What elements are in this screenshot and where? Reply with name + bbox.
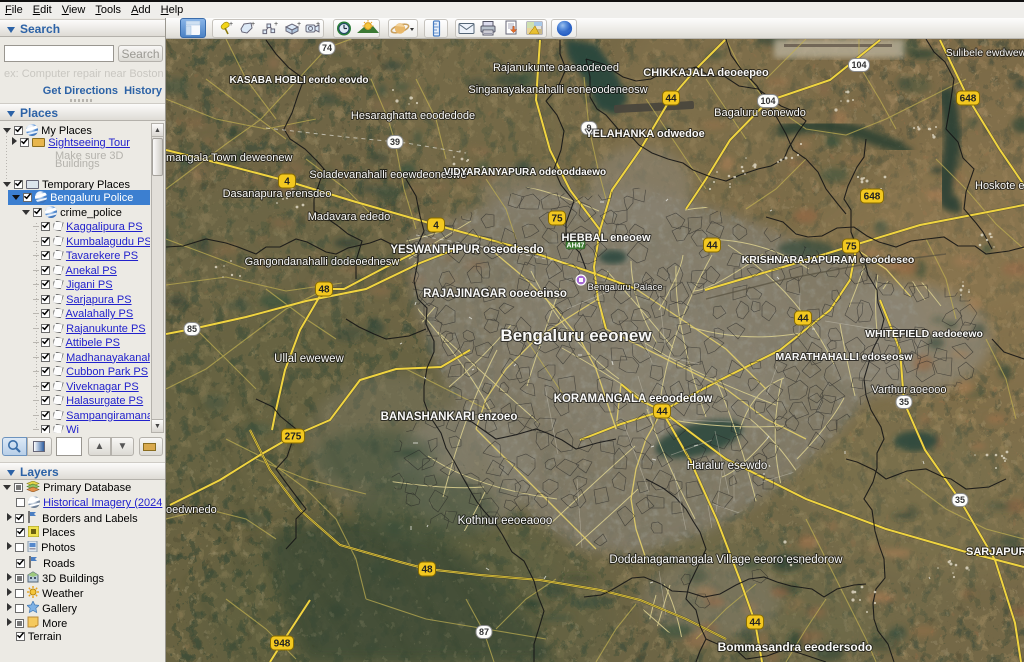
svg-text:44: 44 — [665, 94, 677, 105]
svg-text:44: 44 — [706, 241, 718, 252]
svg-text:SARJAPUR: SARJAPUR — [966, 546, 1024, 558]
svg-text:4: 4 — [284, 177, 290, 188]
svg-text:Dasanapura erensdeo: Dasanapura erensdeo — [223, 188, 332, 200]
svg-text:948: 948 — [274, 639, 291, 650]
svg-text:Kothnur eeoeaooo: Kothnur eeoeaooo — [458, 515, 553, 527]
svg-text:75: 75 — [845, 242, 857, 253]
svg-text:75: 75 — [551, 214, 563, 225]
svg-text:85: 85 — [187, 324, 197, 334]
svg-text:VIDYARANYAPURA odeooddaewo: VIDYARANYAPURA odeooddaewo — [444, 167, 606, 178]
svg-text:104: 104 — [760, 96, 775, 106]
svg-text:35: 35 — [899, 397, 909, 407]
svg-text:48: 48 — [421, 565, 433, 576]
svg-text:Bommasandra eeodersodo: Bommasandra eeodersodo — [718, 640, 873, 654]
svg-text:104: 104 — [851, 60, 866, 70]
svg-text:+: + — [274, 21, 278, 28]
svg-text:HEBBAL eneoew: HEBBAL eneoew — [561, 232, 650, 244]
svg-text:YESWANTHPUR oseodesdo: YESWANTHPUR oseodesdo — [390, 244, 543, 256]
svg-text:Ullal ewewew: Ullal ewewew — [274, 353, 344, 365]
svg-text:44: 44 — [749, 618, 761, 629]
svg-text:MARATHAHALLI edoseosw: MARATHAHALLI edoseosw — [776, 351, 914, 363]
svg-text:35: 35 — [955, 495, 965, 505]
svg-text:Madavara ededo: Madavara ededo — [308, 211, 391, 223]
svg-text:Varthur aoeooo: Varthur aoeooo — [871, 384, 946, 396]
svg-text:648: 648 — [960, 94, 977, 105]
svg-text:Hesaraghatta eoodedode: Hesaraghatta eoodedode — [351, 110, 475, 122]
svg-text:KORAMANGALA eeoodedow: KORAMANGALA eeoodedow — [554, 393, 713, 405]
svg-text:44: 44 — [797, 314, 809, 325]
svg-text:RAJAJINAGAR ooeoeinso: RAJAJINAGAR ooeoeinso — [423, 288, 567, 300]
svg-text:87: 87 — [479, 627, 489, 637]
svg-text:CHIKKAJALA deoeepeo: CHIKKAJALA deoeepeo — [643, 67, 769, 79]
svg-text:Rajanukunte oaeaodeoed: Rajanukunte oaeaodeoed — [493, 62, 619, 74]
svg-text:Hoskote eoeeo: Hoskote eoeeo — [975, 180, 1024, 192]
svg-text:44: 44 — [656, 407, 668, 418]
svg-text:Haralur esewdo: Haralur esewdo — [687, 460, 768, 472]
svg-text:275: 275 — [285, 432, 302, 443]
svg-text:648: 648 — [864, 192, 881, 203]
svg-text:+: + — [297, 21, 301, 28]
svg-text:Bengaluru Palace: Bengaluru Palace — [588, 282, 663, 293]
svg-text:KASABA HOBLI eordo eovdo: KASABA HOBLI eordo eovdo — [229, 75, 368, 86]
svg-text:Sulibele ewdwew: Sulibele ewdwew — [946, 47, 1024, 59]
svg-text:+: + — [229, 21, 233, 28]
svg-text:4: 4 — [433, 221, 439, 232]
svg-text:Singanayakanahalli eoneoodeneo: Singanayakanahalli eoneoodeneosw — [468, 84, 647, 96]
svg-text:WHITEFIELD aedoeewo: WHITEFIELD aedoeewo — [865, 328, 983, 340]
svg-text:YELAHANKA odwedoe: YELAHANKA odwedoe — [585, 128, 704, 140]
svg-text:Bagaluru eonewdo: Bagaluru eonewdo — [714, 107, 806, 119]
svg-text:48: 48 — [318, 285, 330, 296]
svg-text:mangala Town deweonew: mangala Town deweonew — [166, 152, 292, 164]
svg-text:39: 39 — [390, 137, 400, 147]
svg-text:BANASHANKARI enzoeo: BANASHANKARI enzoeo — [381, 411, 518, 423]
svg-text:74: 74 — [322, 43, 332, 53]
svg-text:Doddanagamangala Village eeoro: Doddanagamangala Village eeoro esnedorow — [609, 554, 843, 566]
svg-text:KRISHNARAJAPURAM eeoodeseo: KRISHNARAJAPURAM eeoodeseo — [742, 254, 915, 266]
svg-text:+: + — [316, 21, 320, 28]
svg-text:Gangondanahalli dodeoednesw: Gangondanahalli dodeoednesw — [245, 256, 400, 268]
svg-text:Bengaluru eeonew: Bengaluru eeonew — [500, 326, 652, 345]
svg-text:+: + — [251, 21, 255, 28]
svg-text:oedwnedo: oedwnedo — [166, 504, 217, 516]
